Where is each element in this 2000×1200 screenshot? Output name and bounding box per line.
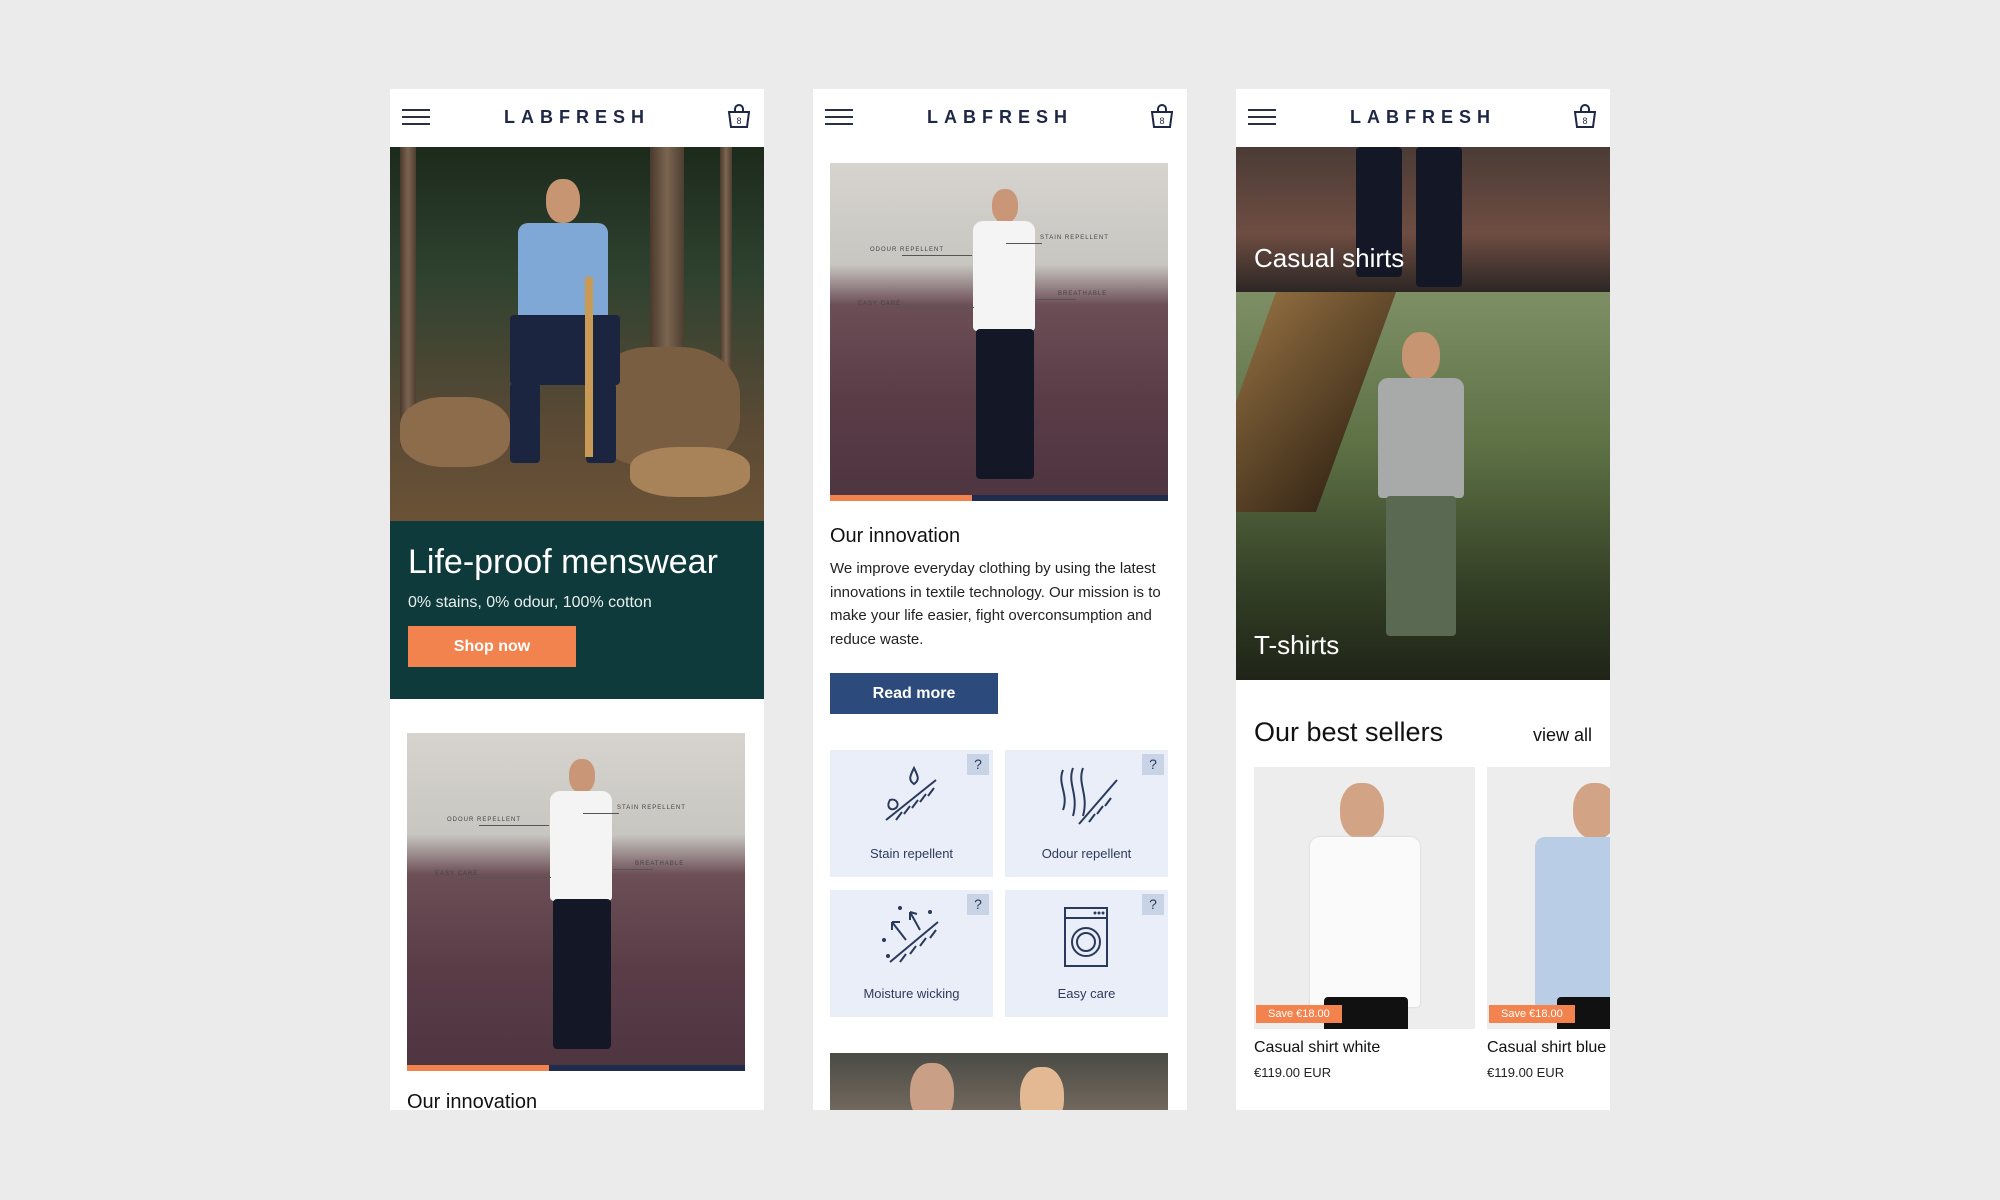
save-badge: Save €18.00	[1489, 1005, 1575, 1023]
callout-stain: STAIN REPELLENT	[617, 805, 686, 811]
feature-tile-odour[interactable]: ? Odour repellent	[1005, 750, 1168, 877]
innovation-text: We improve everyday clothing by using th…	[830, 560, 1161, 648]
cart-icon[interactable]: 8	[1149, 104, 1175, 130]
hero-subtitle: 0% stains, 0% odour, 100% cotton	[408, 594, 652, 611]
product-price: €119.00 EUR	[1487, 1065, 1565, 1080]
read-more-button[interactable]: Read more	[830, 673, 998, 714]
cart-icon[interactable]: 8	[726, 104, 752, 130]
help-icon[interactable]: ?	[1142, 754, 1164, 775]
innovation-progress	[830, 495, 1168, 501]
help-icon[interactable]: ?	[967, 754, 989, 775]
best-sellers-title: Our best sellers	[1254, 717, 1444, 747]
innovation-title: Our innovation	[830, 525, 961, 547]
hero-image	[390, 147, 764, 521]
innovation-title: Our innovation	[407, 1091, 538, 1110]
stain-icon	[885, 765, 937, 821]
callout-easy-care: EASY CARE	[435, 871, 479, 877]
feature-tile-stain[interactable]: ? Stain repellent	[830, 750, 993, 877]
hero-title: Life-proof menswear	[408, 543, 718, 581]
product-card[interactable]: Save €18.00 Casual shirt blue €119.00 EU…	[1487, 767, 1610, 1080]
product-name: Casual shirt white	[1254, 1039, 1381, 1056]
product-price: €119.00 EUR	[1254, 1065, 1332, 1080]
feature-tile-moisture[interactable]: ? Moisture wicking	[830, 890, 993, 1017]
innovation-image: ODOUR REPELLENT STAIN REPELLENT EASY CAR…	[407, 733, 745, 1071]
innovation-progress	[407, 1065, 745, 1071]
callout-odour: ODOUR REPELLENT	[870, 247, 945, 253]
save-badge: Save €18.00	[1256, 1005, 1342, 1023]
callout-odour: ODOUR REPELLENT	[447, 817, 522, 823]
moisture-icon	[882, 906, 939, 963]
view-all-link[interactable]: view all	[1533, 725, 1592, 746]
help-icon[interactable]: ?	[1142, 894, 1164, 915]
logo[interactable]: LABFRESH	[1236, 107, 1610, 128]
people-image	[830, 1053, 1168, 1110]
category-label: T-shirts	[1254, 630, 1340, 660]
product-image: Save €18.00	[1487, 767, 1610, 1029]
hero-panel: Life-proof menswear 0% stains, 0% odour,…	[390, 521, 764, 699]
category-label: Casual shirts	[1254, 243, 1405, 273]
shop-now-button[interactable]: Shop now	[408, 626, 576, 667]
feature-label: Moisture wicking	[863, 986, 960, 1001]
phone-screen-innovation: LABFRESH 8 ODOUR REPELLENT STAIN REPELLE…	[813, 89, 1187, 1110]
header: LABFRESH 8	[813, 89, 1187, 147]
callout-stain: STAIN REPELLENT	[1040, 235, 1109, 241]
category-t-shirts[interactable]: T-shirts	[1236, 292, 1610, 680]
feature-tile-easy-care[interactable]: ? Easy care	[1005, 890, 1168, 1017]
cart-count: 8	[736, 116, 741, 126]
cart-count: 8	[1582, 116, 1587, 126]
phone-screen-categories: LABFRESH 8 Casual shirts T-shirts Our be…	[1236, 89, 1610, 1110]
callout-breathable: BREATHABLE	[1058, 291, 1108, 297]
innovation-image: ODOUR REPELLENT STAIN REPELLENT EASY CAR…	[830, 163, 1168, 501]
phone-screen-home: LABFRESH 8 Life-proof menswear 0% stains…	[390, 89, 764, 1110]
product-card[interactable]: Save €18.00 Casual shirt white €119.00 E…	[1254, 767, 1475, 1080]
help-icon[interactable]: ?	[967, 894, 989, 915]
callout-easy-care: EASY CARE	[858, 301, 902, 307]
header: LABFRESH 8	[1236, 89, 1610, 147]
logo[interactable]: LABFRESH	[813, 107, 1187, 128]
feature-label: Stain repellent	[869, 846, 954, 861]
cart-icon[interactable]: 8	[1572, 104, 1598, 130]
odour-icon	[1060, 767, 1118, 825]
callout-breathable: BREATHABLE	[635, 861, 685, 867]
product-image: Save €18.00	[1254, 767, 1475, 1029]
category-casual-shirts[interactable]: Casual shirts	[1236, 147, 1610, 292]
cart-count: 8	[1159, 116, 1164, 126]
product-name: Casual shirt blue	[1487, 1039, 1607, 1056]
logo[interactable]: LABFRESH	[390, 107, 764, 128]
feature-label: Easy care	[1057, 986, 1116, 1001]
washing-machine-icon	[1064, 907, 1108, 967]
header: LABFRESH 8	[390, 89, 764, 147]
feature-label: Odour repellent	[1041, 846, 1132, 861]
